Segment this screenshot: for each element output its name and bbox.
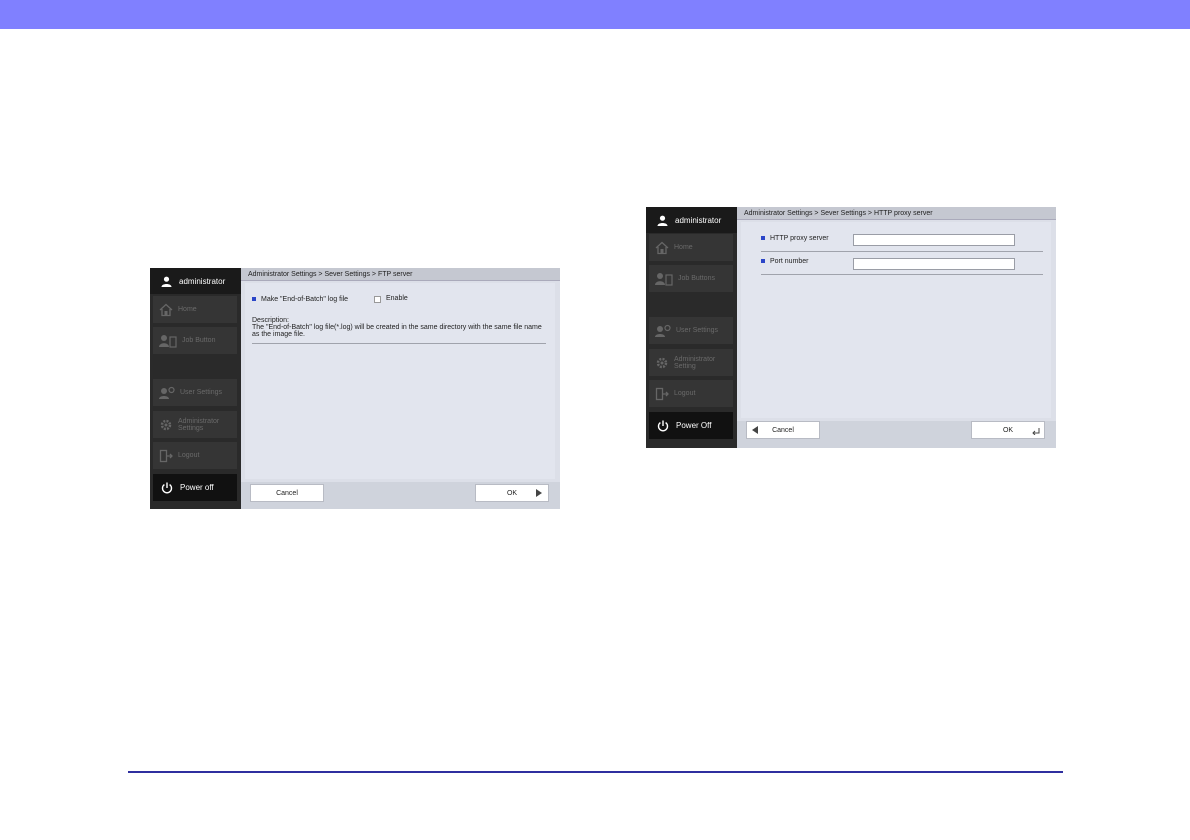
job-button-icon bbox=[655, 272, 673, 286]
description-title: Description: bbox=[252, 317, 289, 324]
sidebar-item-home[interactable]: Home bbox=[649, 234, 733, 261]
sidebar-item-label: Job Buttons bbox=[678, 275, 715, 282]
sidebar-item-label: Administrator Settings bbox=[178, 417, 220, 432]
power-off-label: Power Off bbox=[676, 421, 712, 430]
power-off-label: Power off bbox=[180, 483, 214, 492]
sidebar-item-job-button[interactable]: Job Button bbox=[153, 327, 237, 354]
sidebar-item-label: Home bbox=[674, 244, 693, 251]
power-icon bbox=[161, 482, 173, 493]
user-row: administrator bbox=[646, 207, 737, 233]
sidebar-item-label: User Settings bbox=[676, 327, 719, 334]
sidebar-item-label: Home bbox=[178, 306, 197, 313]
home-icon bbox=[655, 241, 669, 254]
description-text: The "End-of-Batch" log file(*.log) will … bbox=[252, 324, 542, 338]
content-panel: HTTP proxy server Port number bbox=[741, 222, 1051, 418]
user-row: administrator bbox=[150, 268, 241, 294]
divider bbox=[761, 274, 1043, 275]
cancel-button[interactable]: Cancel bbox=[250, 484, 324, 502]
user-name: administrator bbox=[179, 276, 226, 286]
ok-button[interactable]: OK bbox=[971, 421, 1045, 439]
gear-icon bbox=[656, 357, 668, 368]
power-off-button[interactable]: Power off bbox=[153, 474, 237, 501]
sidebar-item-administrator-settings[interactable]: Administrator Settings bbox=[153, 411, 237, 438]
user-settings-icon bbox=[159, 386, 175, 399]
power-off-button[interactable]: Power Off bbox=[649, 412, 733, 439]
sidebar-item-logout[interactable]: Logout bbox=[153, 442, 237, 469]
content-panel: Make "End-of-Batch" log file Enable Desc… bbox=[245, 283, 555, 479]
http-proxy-server-label: HTTP proxy server bbox=[761, 235, 829, 242]
http-proxy-server-input[interactable] bbox=[853, 234, 1015, 246]
ok-button[interactable]: OK bbox=[475, 484, 549, 502]
header-bar bbox=[0, 0, 1190, 29]
arrow-left-icon bbox=[752, 426, 758, 434]
cancel-button[interactable]: Cancel bbox=[746, 421, 820, 439]
power-icon bbox=[657, 420, 669, 431]
sidebar-item-administrator-setting[interactable]: Administrator Setting bbox=[649, 349, 733, 376]
sidebar-item-job-buttons[interactable]: Job Buttons bbox=[649, 265, 733, 292]
breadcrumb: Administrator Settings > Sever Settings … bbox=[241, 268, 560, 281]
divider bbox=[252, 343, 546, 344]
sidebar-item-user-settings[interactable]: User Settings bbox=[153, 379, 237, 406]
sidebar-item-user-settings[interactable]: User Settings bbox=[649, 317, 733, 344]
bullet-icon bbox=[761, 259, 765, 264]
port-number-input[interactable] bbox=[853, 258, 1015, 270]
user-settings-icon bbox=[655, 324, 671, 337]
sidebar-item-home[interactable]: Home bbox=[153, 296, 237, 323]
sidebar-item-label: User Settings bbox=[180, 389, 223, 396]
sidebar-item-logout[interactable]: Logout bbox=[649, 380, 733, 407]
home-icon bbox=[159, 303, 173, 316]
enable-label: Enable bbox=[386, 295, 408, 302]
user-icon bbox=[161, 276, 172, 287]
logout-icon bbox=[655, 387, 669, 400]
user-name: administrator bbox=[675, 215, 722, 225]
divider bbox=[761, 251, 1043, 252]
sidebar-item-label: Logout bbox=[178, 452, 200, 459]
user-icon bbox=[657, 215, 668, 226]
ftp-server-screen: administrator Home Job Button User Setti… bbox=[150, 268, 560, 509]
sidebar-item-label: Administrator Setting bbox=[674, 355, 716, 370]
logout-icon bbox=[159, 449, 173, 462]
sidebar-item-label: Logout bbox=[674, 390, 696, 397]
footer-rule bbox=[128, 771, 1063, 773]
bullet-icon bbox=[252, 297, 256, 302]
enable-checkbox[interactable] bbox=[374, 296, 381, 303]
enter-icon bbox=[1032, 428, 1040, 435]
bullet-icon bbox=[761, 236, 765, 241]
http-proxy-screen: administrator Home Job Buttons User Sett… bbox=[646, 207, 1056, 448]
sidebar-item-label: Job Button bbox=[182, 337, 216, 344]
option-label: Make "End-of-Batch" log file bbox=[252, 296, 348, 303]
arrow-right-icon bbox=[536, 489, 542, 497]
gear-icon bbox=[160, 419, 172, 430]
port-number-label: Port number bbox=[761, 258, 809, 265]
job-button-icon bbox=[159, 334, 177, 348]
breadcrumb: Administrator Settings > Sever Settings … bbox=[737, 207, 1056, 220]
